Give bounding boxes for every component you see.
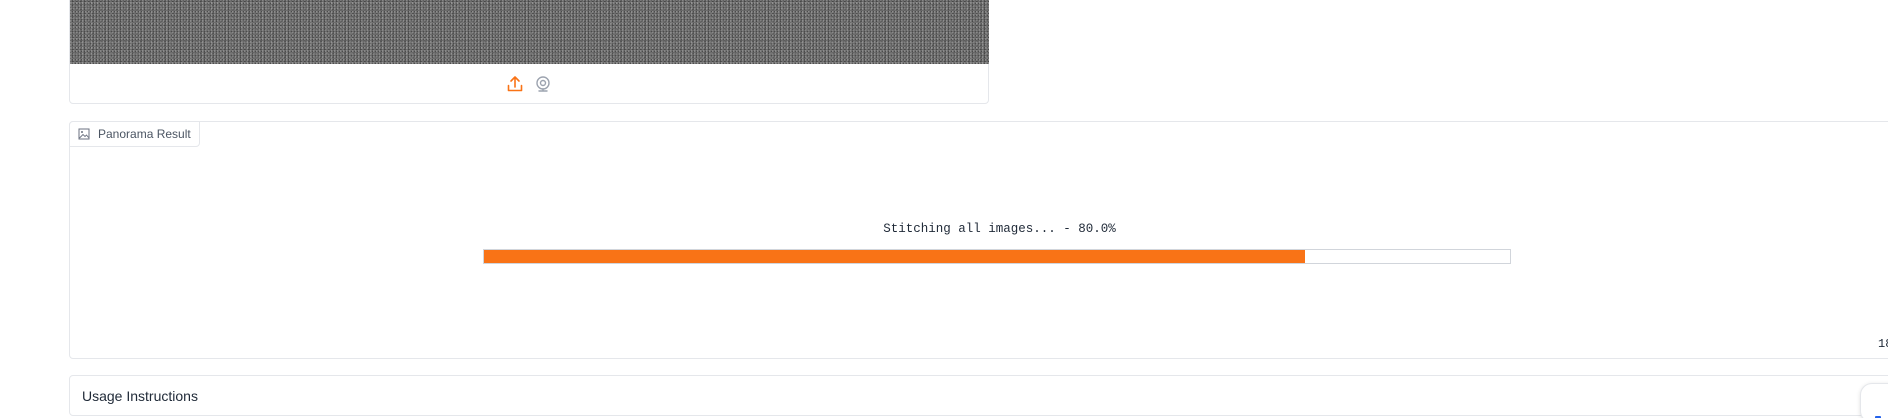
upload-icon[interactable]: [506, 75, 524, 93]
image-source-selector: [70, 73, 988, 95]
progress-bar: [483, 249, 1511, 264]
usage-instructions-accordion[interactable]: Usage Instructions: [69, 375, 1888, 416]
panorama-result: Panorama Result Stitching all images... …: [69, 121, 1888, 359]
image-input[interactable]: [69, 0, 989, 104]
uploaded-image-preview: [70, 0, 989, 64]
accordion-title: Usage Instructions: [82, 387, 198, 404]
result-label-text: Panorama Result: [98, 127, 191, 141]
progress-status-text: Stitching all images... - 80.0%: [883, 222, 1116, 236]
result-label: Panorama Result: [69, 121, 200, 147]
elapsed-timer: 18: [1878, 337, 1888, 351]
image-icon: [78, 128, 90, 140]
floating-action-button[interactable]: [1860, 383, 1888, 418]
progress-bar-fill: [484, 250, 1305, 263]
webcam-icon[interactable]: [534, 75, 552, 93]
